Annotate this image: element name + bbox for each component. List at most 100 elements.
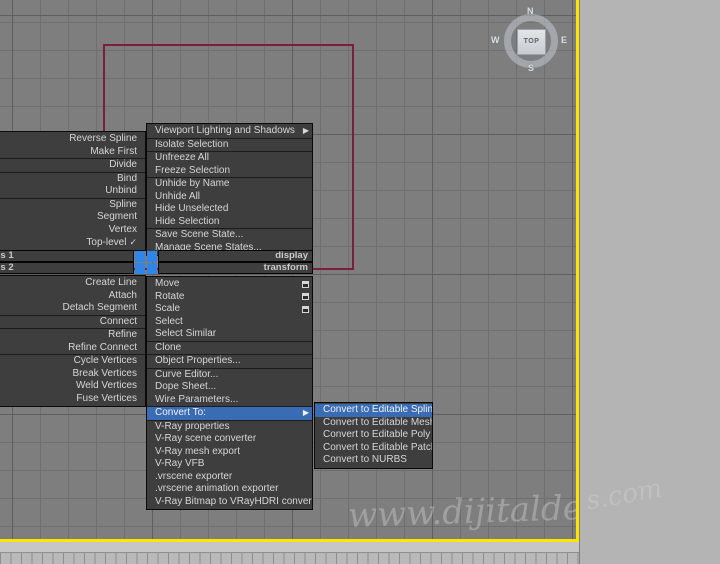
menu-item-label: Unhide by Name <box>155 178 230 189</box>
menu-item-reverse-spline[interactable]: Reverse Spline <box>0 133 145 146</box>
quad-title-transform: transform <box>158 262 313 274</box>
menu-item-unhide-all[interactable]: Unhide All <box>147 191 312 204</box>
menu-item-object-properties[interactable]: Object Properties... <box>147 355 312 368</box>
menu-item-break-vertices[interactable]: Break Vertices <box>0 368 145 381</box>
menu-item-hide-unselected[interactable]: Hide Unselected <box>147 203 312 216</box>
menu-item-spline[interactable]: Spline <box>0 199 145 212</box>
menu-item-select-similar[interactable]: Select Similar <box>147 328 312 341</box>
menu-item-convert-to-editable-patch[interactable]: Convert to Editable Patch <box>315 442 432 455</box>
menu-item-weld-vertices[interactable]: Weld Vertices <box>0 380 145 393</box>
menu-item-v-ray-vfb[interactable]: V-Ray VFB <box>147 458 312 471</box>
menu-item-label: V-Ray scene converter <box>155 433 257 444</box>
menu-item-label: Fuse Vertices <box>76 392 137 404</box>
menu-item-freeze-selection[interactable]: Freeze Selection <box>147 165 312 178</box>
menu-item-convert-to[interactable]: Convert To: ▶ <box>147 407 312 420</box>
menu-item-convert-to-editable-spline[interactable]: Convert to Editable Spline <box>315 404 432 417</box>
menu-item-segment[interactable]: Segment <box>0 211 145 224</box>
time-slider-bar[interactable] <box>0 542 579 553</box>
menu-item-fuse-vertices[interactable]: Fuse Vertices <box>0 393 145 406</box>
menu-item-viewport-lighting-and-shadows[interactable]: Viewport Lighting and Shadows ▶ <box>147 125 312 138</box>
viewcube-west-label: W <box>491 35 500 45</box>
menu-item-label: Unhide All <box>155 190 201 202</box>
menu-item-label: Clone <box>155 341 182 353</box>
viewcube-south-label: S <box>528 63 535 73</box>
menu-item-unfreeze-all[interactable]: Unfreeze All <box>147 152 312 165</box>
menu-item-attach[interactable]: Attach <box>0 290 145 303</box>
menu-item-move[interactable]: Move <box>147 278 312 291</box>
submenu-arrow-icon: ▶ <box>302 126 309 135</box>
menu-item-v-ray-properties[interactable]: V-Ray properties <box>147 421 312 434</box>
menu-item-label: Rotate <box>155 290 185 302</box>
quad-menu-tools2: Create Line Attach Detach Segment Connect Re… <box>0 275 146 407</box>
quad-title-tools1: tools 1 <box>0 250 134 262</box>
menu-item-curve-editor[interactable]: Curve Editor... <box>147 369 312 382</box>
menu-item-convert-to-nurbs[interactable]: Convert to NURBS <box>315 454 432 467</box>
menu-item-v-ray-scene-converter[interactable]: V-Ray scene converter <box>147 433 312 446</box>
convert-to-submenu: Convert to Editable Spline Convert to Edi… <box>314 402 433 469</box>
quad-menu-transform: Move Rotate Scale Select Select Similar Clone… <box>146 276 313 510</box>
menu-item-select[interactable]: Select <box>147 316 312 329</box>
menu-item-save-scene-state[interactable]: Save Scene State... <box>147 229 312 242</box>
menu-item-label: V-Ray properties <box>155 420 230 432</box>
menu-item-refine-connect[interactable]: Refine Connect <box>0 342 145 355</box>
menu-item-detach-segment[interactable]: Detach Segment <box>0 302 145 315</box>
menu-item-vertex[interactable]: Vertex <box>0 224 145 237</box>
menu-item-connect[interactable]: Connect <box>0 316 145 329</box>
menu-item-top-level[interactable]: Top-level ✓ <box>0 236 145 249</box>
menu-item-unhide-by-name[interactable]: Unhide by Name <box>147 178 312 191</box>
menu-item-dope-sheet[interactable]: Dope Sheet... <box>147 381 312 394</box>
quad-indicator-icon <box>147 263 157 274</box>
menu-item-rotate[interactable]: Rotate <box>147 291 312 304</box>
menu-item-label: Convert To: <box>155 407 206 418</box>
menu-item-label: Top-level <box>86 237 127 248</box>
settings-box-icon[interactable] <box>302 280 309 288</box>
menu-item-label: .vrscene animation exporter <box>155 483 279 494</box>
menu-item-label: Select Similar <box>155 328 217 339</box>
settings-box-icon[interactable] <box>302 305 309 313</box>
menu-item-label: V-Ray mesh export <box>155 445 241 457</box>
menu-item-label: Spline <box>109 198 137 210</box>
viewcube-top-face[interactable]: TOP <box>517 29 546 55</box>
menu-item-v-ray-bitmap-to-vrayhdri-converter[interactable]: V-Ray Bitmap to VRayHDRI converter <box>147 496 312 509</box>
menu-item-label: Cycle Vertices <box>73 355 137 366</box>
menu-item-convert-to-editable-mesh[interactable]: Convert to Editable Mesh <box>315 417 432 430</box>
menu-item-refine[interactable]: Refine <box>0 329 145 342</box>
menu-item-label: Create Line <box>85 277 137 288</box>
menu-item-unbind[interactable]: Unbind <box>0 185 145 198</box>
watermark-fragment: s.com <box>583 473 665 517</box>
quad-menu-display: Viewport Lighting and Shadows ▶ Isolate Se… <box>146 123 313 256</box>
menu-item-divide[interactable]: Divide <box>0 159 145 172</box>
menu-item-label: Object Properties... <box>155 355 241 366</box>
menu-item-label: Curve Editor... <box>155 368 219 380</box>
menu-item-label: Convert to Editable Spline <box>323 404 432 415</box>
settings-box-icon[interactable] <box>302 293 309 300</box>
menu-item-label: Wire Parameters... <box>155 393 239 405</box>
menu-item-hide-selection[interactable]: Hide Selection <box>147 216 312 229</box>
menu-item-label: Convert to Editable Mesh <box>323 416 432 428</box>
menu-item-wire-parameters[interactable]: Wire Parameters... <box>147 394 312 407</box>
menu-item-label: Bind <box>116 172 137 184</box>
menu-item-cycle-vertices[interactable]: Cycle Vertices <box>0 355 145 368</box>
menu-item-label: Save Scene State... <box>155 229 244 240</box>
menu-item-label: Refine Connect <box>68 341 137 353</box>
menu-item-label: V-Ray Bitmap to VRayHDRI converter <box>155 495 312 507</box>
menu-item-v-ray-mesh-export[interactable]: V-Ray mesh export <box>147 446 312 459</box>
menu-item-create-line[interactable]: Create Line <box>0 277 145 290</box>
viewcube-north-label: N <box>527 6 534 16</box>
menu-item-label: Dope Sheet... <box>155 381 217 392</box>
menu-item-vrscene-animation-exporter[interactable]: .vrscene animation exporter <box>147 483 312 496</box>
menu-item-label: Segment <box>96 211 137 222</box>
menu-item-scale[interactable]: Scale <box>147 303 312 316</box>
menu-item-vrscene-exporter[interactable]: .vrscene exporter <box>147 471 312 484</box>
menu-item-clone[interactable]: Clone <box>147 342 312 355</box>
menu-item-label: Scale <box>155 303 181 314</box>
menu-item-bind[interactable]: Bind <box>0 173 145 186</box>
menu-item-convert-to-editable-poly[interactable]: Convert to Editable Poly <box>315 429 432 442</box>
menu-item-label: V-Ray VFB <box>155 458 205 469</box>
menu-item-isolate-selection[interactable]: Isolate Selection <box>147 139 312 152</box>
menu-item-make-first[interactable]: Make First <box>0 146 145 159</box>
track-bar-ticks[interactable] <box>0 553 579 564</box>
menu-item-label: Make First <box>90 145 137 157</box>
menu-item-label: Convert to NURBS <box>323 454 407 465</box>
menu-item-label: Detach Segment <box>62 302 138 313</box>
